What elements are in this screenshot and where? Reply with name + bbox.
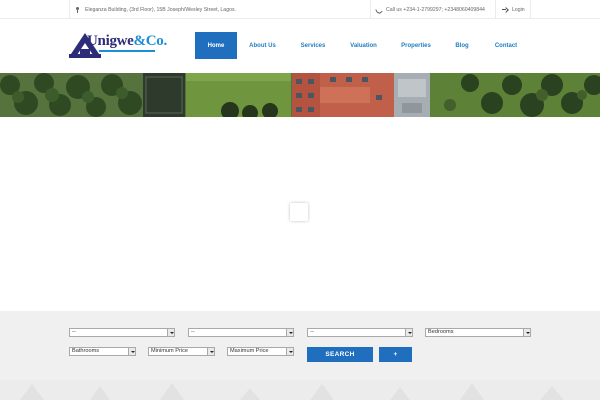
aerial-photo [0, 73, 600, 117]
nav-item-blog[interactable]: Blog [443, 32, 481, 59]
nav-label: Valuation [350, 42, 377, 49]
nav-label: Blog [455, 42, 469, 49]
nav-label: Contact [494, 42, 518, 49]
nav-label: Properties [401, 42, 431, 49]
site-header: Unigwe&Co. Home About Us Services Valuat… [0, 19, 600, 73]
select-value: Maximum Price [230, 348, 269, 354]
chevron-down-icon [167, 329, 174, 336]
select-value: Bathrooms [72, 348, 100, 354]
select-value: -- [310, 329, 314, 335]
background-pattern [20, 383, 564, 400]
main-content [0, 117, 600, 311]
select-value: -- [72, 329, 76, 335]
footer-pattern-strip [0, 380, 600, 400]
logo-stripe [99, 50, 155, 52]
main-nav: Home About Us Services Valuation Propert… [195, 32, 531, 59]
search-button[interactable]: SEARCH [307, 347, 373, 362]
select-value: Bedrooms [428, 329, 454, 335]
bedrooms-select[interactable]: Bedrooms [425, 328, 531, 337]
logo-suffix: &Co. [133, 33, 168, 49]
search-select-2[interactable]: -- [188, 328, 294, 337]
chevron-down-icon [128, 348, 135, 355]
logo-wordmark: Unigwe&Co. [87, 33, 167, 50]
site-logo[interactable]: Unigwe&Co. [69, 31, 167, 59]
loading-spinner [290, 203, 308, 221]
logo-name: Unigwe [87, 33, 134, 49]
login-link[interactable]: Login [495, 0, 531, 19]
nav-label: About Us [249, 42, 276, 49]
address-info: Eleganza Building, (3rd Floor), 15B Jose… [69, 0, 236, 19]
logo-tagline-bar [69, 54, 101, 58]
more-options-label: + [393, 351, 398, 358]
nav-item-about-us[interactable]: About Us [237, 32, 288, 59]
chevron-down-icon [523, 329, 530, 336]
nav-item-home[interactable]: Home [195, 32, 237, 59]
property-search-form: -- -- -- Bedrooms Bathrooms Minimum Pric… [0, 311, 600, 380]
search-button-label: SEARCH [325, 351, 355, 358]
nav-label: Home [207, 42, 225, 49]
address-text: Eleganza Building, (3rd Floor), 15B Jose… [85, 6, 236, 13]
nav-item-contact[interactable]: Contact [481, 32, 531, 59]
chevron-down-icon [286, 348, 293, 355]
chevron-down-icon [207, 348, 214, 355]
login-label[interactable]: Login [512, 7, 525, 13]
min-price-select[interactable]: Minimum Price [148, 347, 215, 356]
top-bar: Eleganza Building, (3rd Floor), 15B Jose… [0, 0, 600, 19]
chevron-down-icon [405, 329, 412, 336]
select-value: Minimum Price [151, 348, 188, 354]
max-price-select[interactable]: Maximum Price [227, 347, 294, 356]
sign-in-icon [502, 7, 507, 12]
more-options-button[interactable]: + [379, 347, 412, 362]
search-select-1[interactable]: -- [69, 328, 175, 337]
nav-item-services[interactable]: Services [288, 32, 338, 59]
bathrooms-select[interactable]: Bathrooms [69, 347, 136, 356]
chevron-down-icon [286, 329, 293, 336]
phone-text: Call us +234-1-2799297; +2348060409844 [386, 6, 485, 13]
nav-label: Services [300, 42, 326, 49]
hero-banner-image [0, 73, 600, 117]
search-select-3[interactable]: -- [307, 328, 413, 337]
nav-item-properties[interactable]: Properties [389, 32, 443, 59]
nav-item-valuation[interactable]: Valuation [338, 32, 389, 59]
phone-icon [376, 7, 381, 12]
phone-info: Call us +234-1-2799297; +2348060409844 [370, 0, 485, 19]
select-value: -- [191, 329, 195, 335]
map-pin-icon [75, 7, 80, 13]
